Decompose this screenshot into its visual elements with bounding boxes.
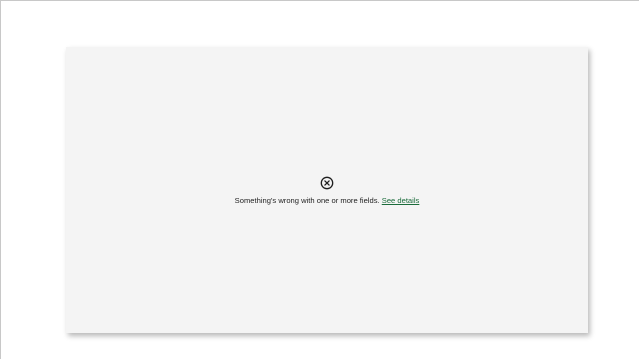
error-message-text: Something's wrong with one or more field…	[234, 196, 380, 205]
error-summary: Something's wrong with one or more field…	[66, 176, 588, 206]
form-panel: Something's wrong with one or more field…	[66, 47, 588, 333]
see-details-link[interactable]: See details	[382, 196, 420, 205]
close-circle-icon	[320, 176, 334, 190]
error-message-line: Something's wrong with one or more field…	[66, 196, 588, 206]
